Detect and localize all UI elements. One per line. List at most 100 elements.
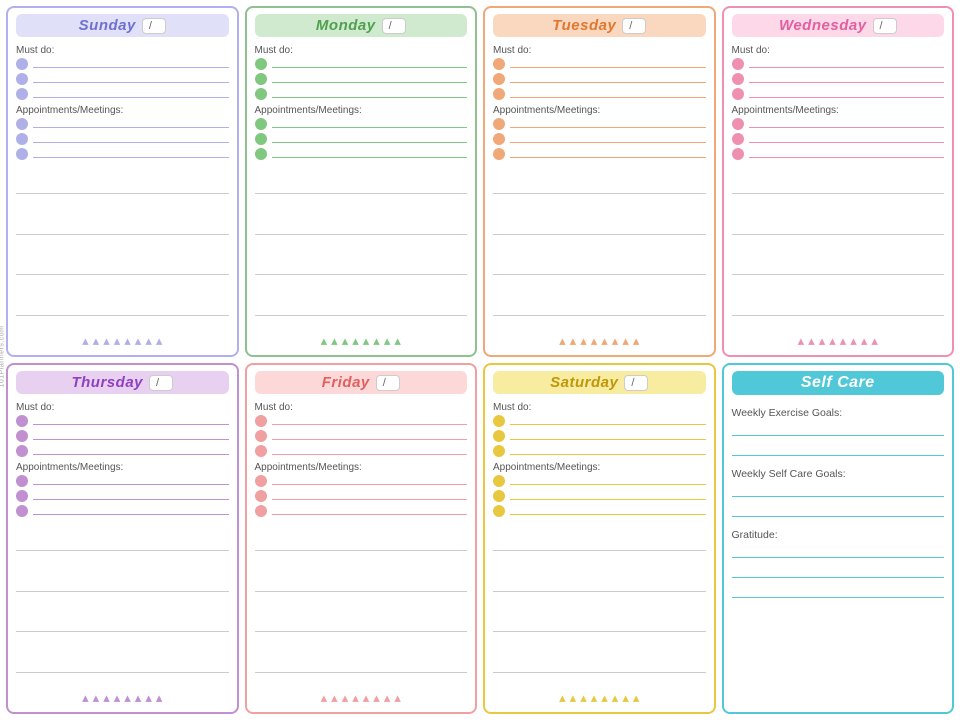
monday-drop-7[interactable]: ▴ [384, 333, 391, 349]
tuesday-drop-7[interactable]: ▴ [622, 333, 629, 349]
friday-drop-3[interactable]: ▴ [342, 690, 349, 706]
wednesday-note-2[interactable] [732, 221, 945, 235]
wednesday-drop-2[interactable]: ▴ [808, 333, 815, 349]
friday-drop-1[interactable]: ▴ [321, 690, 328, 706]
friday-note-1[interactable] [255, 537, 468, 551]
sunday-note-1[interactable] [16, 180, 229, 194]
saturday-appt-1[interactable] [493, 475, 706, 487]
saturday-note-2[interactable] [493, 578, 706, 592]
thursday-note-1[interactable] [16, 537, 229, 551]
tuesday-drop-5[interactable]: ▴ [601, 333, 608, 349]
sunday-note-2[interactable] [16, 221, 229, 235]
wednesday-drop-1[interactable]: ▴ [798, 333, 805, 349]
friday-drop-2[interactable]: ▴ [331, 690, 338, 706]
sunday-note-3[interactable] [16, 261, 229, 275]
thursday-appt-1[interactable] [16, 475, 229, 487]
friday-drop-7[interactable]: ▴ [384, 690, 391, 706]
saturday-note-3[interactable] [493, 618, 706, 632]
thursday-appt-3[interactable] [16, 505, 229, 517]
wednesday-drop-8[interactable]: ▴ [871, 333, 878, 349]
wednesday-drop-6[interactable]: ▴ [850, 333, 857, 349]
monday-note-2[interactable] [255, 221, 468, 235]
selfcare-goal-line-2[interactable] [732, 503, 945, 517]
tuesday-note-4[interactable] [493, 302, 706, 316]
wednesday-appt-3[interactable] [732, 148, 945, 160]
friday-note-3[interactable] [255, 618, 468, 632]
tuesday-bullet-1[interactable] [493, 58, 706, 70]
sunday-note-4[interactable] [16, 302, 229, 316]
monday-date[interactable]: / [382, 18, 406, 34]
saturday-bullet-3[interactable] [493, 445, 706, 457]
thursday-drop-6[interactable]: ▴ [135, 690, 142, 706]
tuesday-appt-3[interactable] [493, 148, 706, 160]
sunday-drop-1[interactable]: ▴ [82, 333, 89, 349]
sunday-drop-2[interactable]: ▴ [93, 333, 100, 349]
monday-drop-8[interactable]: ▴ [394, 333, 401, 349]
thursday-drop-2[interactable]: ▴ [93, 690, 100, 706]
wednesday-drop-3[interactable]: ▴ [819, 333, 826, 349]
monday-note-4[interactable] [255, 302, 468, 316]
monday-bullet-1[interactable] [255, 58, 468, 70]
tuesday-appt-2[interactable] [493, 133, 706, 145]
friday-bullet-2[interactable] [255, 430, 468, 442]
monday-drop-4[interactable]: ▴ [352, 333, 359, 349]
friday-note-2[interactable] [255, 578, 468, 592]
sunday-drop-6[interactable]: ▴ [135, 333, 142, 349]
friday-appt-2[interactable] [255, 490, 468, 502]
wednesday-bullet-3[interactable] [732, 88, 945, 100]
wednesday-drop-4[interactable]: ▴ [829, 333, 836, 349]
saturday-drop-2[interactable]: ▴ [570, 690, 577, 706]
wednesday-bullet-1[interactable] [732, 58, 945, 70]
friday-date[interactable]: / [376, 375, 400, 391]
thursday-drop-5[interactable]: ▴ [124, 690, 131, 706]
friday-bullet-1[interactable] [255, 415, 468, 427]
sunday-appt-2[interactable] [16, 133, 229, 145]
thursday-note-4[interactable] [16, 659, 229, 673]
friday-note-4[interactable] [255, 659, 468, 673]
wednesday-drop-5[interactable]: ▴ [840, 333, 847, 349]
thursday-note-3[interactable] [16, 618, 229, 632]
monday-drop-5[interactable]: ▴ [363, 333, 370, 349]
monday-bullet-3[interactable] [255, 88, 468, 100]
wednesday-appt-1[interactable] [732, 118, 945, 130]
sunday-drop-5[interactable]: ▴ [124, 333, 131, 349]
tuesday-drop-3[interactable]: ▴ [580, 333, 587, 349]
monday-note-1[interactable] [255, 180, 468, 194]
saturday-drop-5[interactable]: ▴ [601, 690, 608, 706]
tuesday-drop-1[interactable]: ▴ [559, 333, 566, 349]
thursday-bullet-1[interactable] [16, 415, 229, 427]
friday-bullet-3[interactable] [255, 445, 468, 457]
friday-appt-3[interactable] [255, 505, 468, 517]
sunday-appt-3[interactable] [16, 148, 229, 160]
monday-appt-2[interactable] [255, 133, 468, 145]
saturday-drop-4[interactable]: ▴ [591, 690, 598, 706]
thursday-note-2[interactable] [16, 578, 229, 592]
saturday-drop-1[interactable]: ▴ [559, 690, 566, 706]
friday-appt-1[interactable] [255, 475, 468, 487]
wednesday-note-4[interactable] [732, 302, 945, 316]
wednesday-date[interactable]: / [873, 18, 897, 34]
tuesday-appt-1[interactable] [493, 118, 706, 130]
saturday-bullet-1[interactable] [493, 415, 706, 427]
friday-drop-4[interactable]: ▴ [352, 690, 359, 706]
friday-drop-6[interactable]: ▴ [373, 690, 380, 706]
thursday-bullet-2[interactable] [16, 430, 229, 442]
exercise-line-2[interactable] [732, 442, 945, 456]
thursday-bullet-3[interactable] [16, 445, 229, 457]
monday-drop-3[interactable]: ▴ [342, 333, 349, 349]
saturday-date[interactable]: / [624, 375, 648, 391]
tuesday-date[interactable]: / [622, 18, 646, 34]
monday-bullet-2[interactable] [255, 73, 468, 85]
tuesday-drop-4[interactable]: ▴ [591, 333, 598, 349]
friday-drop-8[interactable]: ▴ [394, 690, 401, 706]
monday-drop-1[interactable]: ▴ [321, 333, 328, 349]
sunday-bullet-3[interactable] [16, 88, 229, 100]
saturday-note-4[interactable] [493, 659, 706, 673]
tuesday-note-3[interactable] [493, 261, 706, 275]
wednesday-note-3[interactable] [732, 261, 945, 275]
thursday-drop-1[interactable]: ▴ [82, 690, 89, 706]
monday-drop-6[interactable]: ▴ [373, 333, 380, 349]
saturday-drop-8[interactable]: ▴ [633, 690, 640, 706]
sunday-bullet-1[interactable] [16, 58, 229, 70]
gratitude-line-3[interactable] [732, 584, 945, 598]
